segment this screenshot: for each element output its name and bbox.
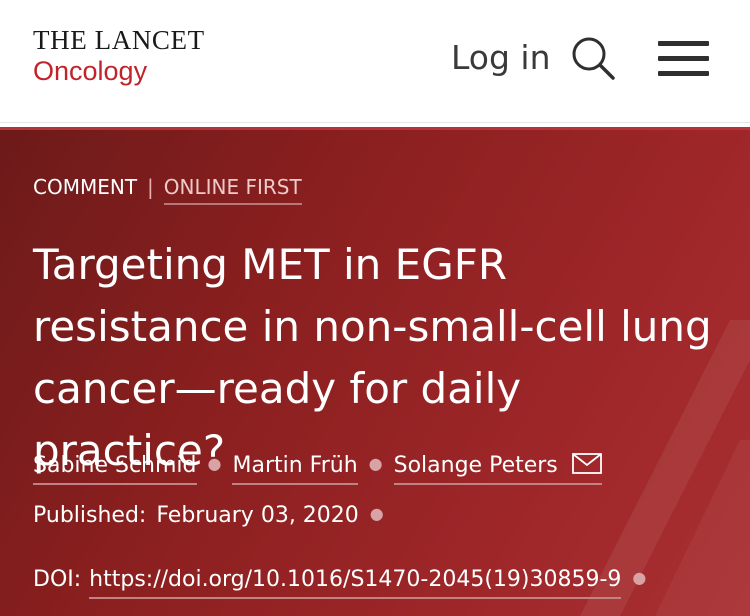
published-info: Published: February 03, 2020 ● bbox=[33, 503, 395, 528]
author-link-corresponding[interactable]: Solange Peters bbox=[393, 453, 602, 485]
doi-separator: ● bbox=[632, 568, 647, 587]
journal-logo[interactable]: THE LANCET Oncology bbox=[33, 26, 205, 88]
article-type: COMMENT | ONLINE FIRST bbox=[33, 175, 302, 205]
doi-link[interactable]: https://doi.org/10.1016/S1470-2045(19)30… bbox=[89, 567, 622, 599]
type-separator: | bbox=[147, 175, 154, 199]
author-separator: ● bbox=[207, 454, 222, 473]
site-header: THE LANCET Oncology Log in bbox=[0, 0, 750, 123]
journal-subtitle: Oncology bbox=[33, 56, 148, 86]
doi-label: DOI: bbox=[33, 567, 82, 592]
article-title: Targeting MET in EGFR resistance in non-… bbox=[33, 240, 712, 475]
author-separator: ● bbox=[368, 454, 383, 473]
author-link[interactable]: Martin Früh bbox=[232, 453, 358, 485]
article-hero: COMMENT | ONLINE FIRST Targeting MET in EG… bbox=[0, 130, 750, 616]
published-date: February 03, 2020 bbox=[156, 503, 359, 528]
article-type-label: COMMENT bbox=[33, 175, 138, 199]
journal-name: THE LANCET bbox=[33, 25, 205, 55]
author-list: Sabine Schmid ● Martin Früh ● Solange Peters bbox=[33, 453, 602, 485]
online-first-badge[interactable]: ONLINE FIRST bbox=[163, 175, 302, 205]
mail-icon bbox=[571, 453, 602, 480]
published-label: Published: bbox=[33, 503, 147, 528]
author-name: Solange Peters bbox=[393, 453, 558, 478]
hamburger-menu-icon[interactable] bbox=[658, 41, 709, 86]
author-link[interactable]: Sabine Schmid bbox=[33, 453, 197, 485]
search-icon[interactable] bbox=[571, 36, 617, 86]
published-separator: ● bbox=[369, 504, 384, 523]
doi-info: DOI: https://doi.org/10.1016/S1470-2045(1… bbox=[33, 567, 657, 599]
login-link[interactable]: Log in bbox=[451, 38, 551, 77]
